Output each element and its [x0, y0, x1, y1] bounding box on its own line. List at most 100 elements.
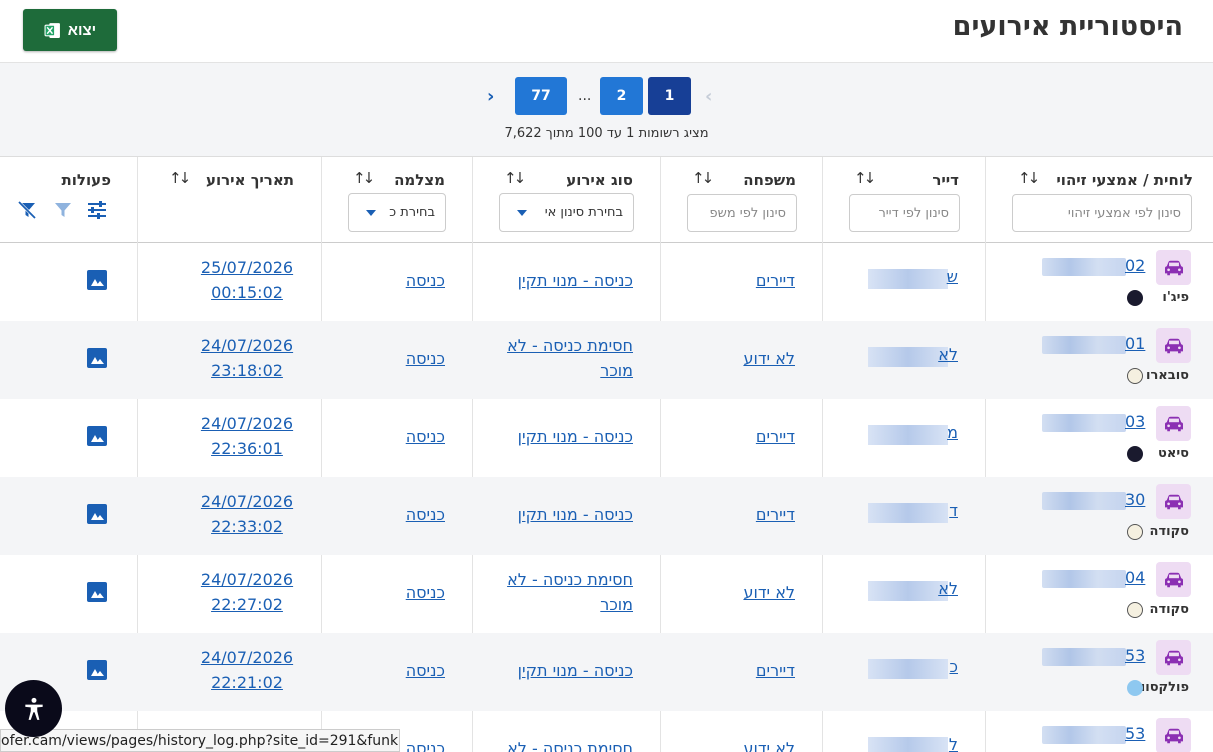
family-link[interactable]: דיירים — [756, 658, 795, 683]
plate-filter-input[interactable]: סינון לפי אמצעי זיהוי — [1012, 194, 1192, 232]
resident-name-link[interactable]: לא — [938, 345, 958, 364]
page-button-77[interactable]: 77 — [515, 77, 567, 115]
sort-icon[interactable]: ↑↓ — [504, 169, 526, 187]
family-link[interactable]: לא ידוע — [743, 736, 795, 752]
image-icon[interactable] — [87, 426, 107, 446]
plate-redacted — [1042, 570, 1126, 588]
table-row: 02 פיג'ו ש דיירים כניסה - מנוי תקין כניס… — [0, 243, 1213, 321]
camera-select[interactable]: בחירת כ — [348, 193, 446, 232]
plate-number[interactable]: 53 — [1125, 646, 1145, 665]
event-date-link[interactable]: 24/07/2026 — [186, 411, 308, 436]
family-link[interactable]: דיירים — [756, 502, 795, 527]
tune-icon[interactable] — [86, 199, 108, 225]
column-family: משפחה ↑↓ סינון לפי משפ — [660, 157, 822, 243]
camera-link[interactable]: כניסה — [406, 268, 445, 293]
page-button-1[interactable]: 1 — [648, 77, 691, 115]
top-bar: היסטוריית אירועים יצוא — [0, 0, 1213, 63]
sort-icon[interactable]: ↑↓ — [169, 169, 191, 187]
resident-name-link[interactable]: כ — [950, 657, 958, 676]
sort-icon[interactable]: ↑↓ — [854, 169, 876, 187]
event-type-link[interactable]: כניסה - מנוי תקין — [518, 424, 633, 449]
column-camera: מצלמה ↑↓ בחירת כ — [321, 157, 472, 243]
plate-redacted — [1042, 492, 1126, 510]
resident-name-redacted — [868, 659, 948, 679]
header-action-icons — [16, 199, 116, 223]
event-time-link[interactable]: 22:36:01 — [186, 436, 308, 461]
family-link[interactable]: לא ידוע — [743, 346, 795, 371]
event-time-link[interactable]: 23:18:02 — [186, 358, 308, 383]
column-event-type-label: סוג אירוע — [566, 171, 633, 189]
event-time-link[interactable]: 22:27:02 — [186, 592, 308, 617]
column-resident-label: דייר — [932, 171, 959, 189]
car-brand: סקודה — [1149, 602, 1189, 617]
event-time-link[interactable]: 22:33:02 — [186, 514, 308, 539]
image-icon[interactable] — [87, 270, 107, 290]
family-filter-input[interactable]: סינון לפי משפ — [687, 194, 797, 232]
pagination-area: ‹ 1 2 ... 77 › מציג רשומות 1 עד 100 מתוך… — [0, 63, 1213, 157]
event-type-link-line2[interactable]: מוכר — [600, 358, 633, 383]
image-icon[interactable] — [87, 348, 107, 368]
image-icon[interactable] — [87, 504, 107, 524]
resident-name-link[interactable]: ש — [947, 267, 958, 286]
sort-icon[interactable]: ↑↓ — [353, 169, 375, 187]
car-icon — [1156, 250, 1191, 285]
resident-name-link[interactable]: ד — [949, 501, 958, 520]
event-date-link[interactable]: 24/07/2026 — [186, 567, 308, 592]
camera-link[interactable]: כניסה — [406, 736, 445, 752]
car-color-dot — [1127, 602, 1143, 618]
plate-number[interactable]: 03 — [1125, 412, 1145, 431]
resident-name-link[interactable]: מ — [947, 423, 958, 442]
family-link[interactable]: דיירים — [756, 424, 795, 449]
plate-number[interactable]: 01 — [1125, 334, 1145, 353]
excel-icon — [44, 22, 60, 38]
camera-link[interactable]: כניסה — [406, 502, 445, 527]
plate-number[interactable]: 30 — [1125, 490, 1145, 509]
previous-page-icon[interactable]: ‹ — [705, 86, 712, 107]
resident-filter-input[interactable]: סינון לפי דייר — [849, 194, 960, 232]
family-link[interactable]: לא ידוע — [743, 580, 795, 605]
resident-name-redacted — [868, 737, 948, 752]
resident-name-redacted — [868, 269, 948, 289]
sort-icon[interactable]: ↑↓ — [1018, 169, 1040, 187]
event-date-link[interactable]: 25/07/2026 — [186, 255, 308, 280]
camera-select-value: בחירת כ — [389, 205, 435, 220]
image-icon[interactable] — [87, 582, 107, 602]
camera-link[interactable]: כניסה — [406, 346, 445, 371]
export-button[interactable]: יצוא — [23, 9, 117, 51]
event-type-link[interactable]: חסימת כניסה - לא — [507, 736, 633, 752]
image-icon[interactable] — [87, 660, 107, 680]
event-type-link[interactable]: חסימת כניסה - לא — [507, 567, 633, 592]
event-type-link[interactable]: כניסה - מנוי תקין — [518, 502, 633, 527]
event-time-link[interactable]: 00:15:02 — [186, 280, 308, 305]
resident-name-link[interactable]: ל — [949, 735, 958, 752]
event-type-link-line2[interactable]: מוכר — [600, 592, 633, 617]
event-time-link[interactable]: 22:21:02 — [186, 670, 308, 695]
page-title: היסטוריית אירועים — [952, 11, 1183, 42]
table-row: 03 סיאט מ דיירים כניסה - מנוי תקין כניסה… — [0, 399, 1213, 477]
export-label: יצוא — [67, 21, 97, 39]
plate-redacted — [1042, 414, 1126, 432]
next-page-icon[interactable]: › — [487, 86, 494, 107]
event-date-link[interactable]: 24/07/2026 — [186, 489, 308, 514]
filter-icon[interactable] — [52, 199, 74, 225]
accessibility-button[interactable] — [5, 680, 62, 737]
page-button-2[interactable]: 2 — [600, 77, 643, 115]
clear-filter-icon[interactable] — [16, 199, 38, 225]
event-type-link[interactable]: חסימת כניסה - לא — [507, 333, 633, 358]
plate-number[interactable]: 02 — [1125, 256, 1145, 275]
event-type-select-value: בחירת סינון אי — [544, 205, 623, 220]
event-type-link[interactable]: כניסה - מנוי תקין — [518, 268, 633, 293]
event-type-link[interactable]: כניסה - מנוי תקין — [518, 658, 633, 683]
camera-link[interactable]: כניסה — [406, 658, 445, 683]
event-date-link[interactable]: 24/07/2026 — [186, 645, 308, 670]
family-link[interactable]: דיירים — [756, 268, 795, 293]
resident-name-link[interactable]: לא — [938, 579, 958, 598]
sort-icon[interactable]: ↑↓ — [692, 169, 714, 187]
plate-number[interactable]: 04 — [1125, 568, 1145, 587]
event-type-select[interactable]: בחירת סינון אי — [499, 193, 634, 232]
camera-link[interactable]: כניסה — [406, 424, 445, 449]
event-date-link[interactable]: 24/07/2026 — [186, 333, 308, 358]
camera-link[interactable]: כניסה — [406, 580, 445, 605]
plate-number[interactable]: 53 — [1125, 724, 1145, 743]
table-header: לוחית / אמצעי זיהוי ↑↓ סינון לפי אמצעי ז… — [0, 157, 1213, 243]
